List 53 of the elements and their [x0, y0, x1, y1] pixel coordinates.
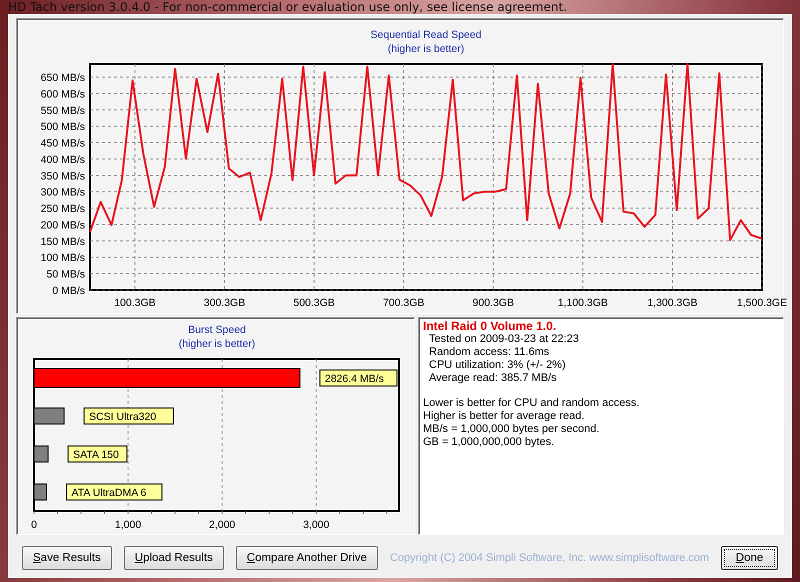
note-line: Higher is better for average read.	[423, 410, 586, 423]
note-line: Lower is better for CPU and random access.	[423, 397, 640, 410]
bar-label: SATA 150	[68, 446, 128, 462]
y-axis-label: 600 MB/s	[40, 88, 85, 100]
x-axis-label: 1,500.3GE	[736, 297, 788, 309]
x-axis-label: 1,000	[114, 519, 142, 531]
y-axis-label: 150 MB/s	[40, 236, 85, 248]
y-axis-label: 300 MB/s	[40, 186, 85, 199]
bar-label: SCSI Ultra320	[84, 408, 174, 424]
x-axis-label: 0	[31, 519, 37, 531]
x-axis-label: 3,000	[303, 519, 330, 531]
result-line: Average read: 385.7 MB/s	[428, 372, 558, 385]
y-axis-label: 450 MB/s	[40, 138, 85, 150]
chart-subtitle: (higher is better)	[388, 43, 464, 55]
note-line: MB/s = 1,000,000 bytes per second.	[423, 423, 600, 436]
y-axis-label: 200 MB/s	[40, 220, 85, 232]
x-axis-label: 700.3GB	[382, 297, 424, 309]
y-axis-label: 550 MB/s	[40, 104, 85, 117]
action-button[interactable]: Upload Results	[124, 546, 224, 570]
chart-subtitle: (higher is better)	[178, 338, 256, 350]
y-axis-label: 50 MB/s	[46, 268, 85, 281]
chart-title: Burst Speed	[188, 324, 246, 336]
action-button[interactable]: Save Results	[22, 546, 112, 570]
x-axis-label: 500.3GB	[293, 297, 335, 309]
y-axis-label: 650 MB/s	[40, 72, 85, 84]
y-tick-label: 2826.4 MB/s	[324, 373, 384, 385]
y-axis-label: 250 MB/s	[40, 203, 85, 216]
x-axis-label: 300.3GB	[204, 297, 246, 309]
y-axis-label: 400 MB/s	[40, 154, 85, 166]
chart-title: Sequential Read Speed	[370, 29, 482, 41]
action-button[interactable]: Compare Another Drive	[236, 546, 378, 570]
x-axis-label: 2,000	[209, 519, 236, 531]
y-tick-label: SCSI Ultra320	[89, 411, 156, 423]
y-tick-label: SATA 150	[73, 449, 119, 461]
y-axis-label: 350 MB/s	[40, 170, 85, 182]
x-axis-label: 1,300.3GB	[647, 297, 698, 309]
x-axis-label: 900.3GB	[472, 297, 514, 309]
result-line: Tested on 2009-03-23 at 22:23	[428, 333, 580, 346]
bar-label: ATA UltraDMA 6	[66, 484, 162, 500]
result-line: CPU utilization: 3% (+/- 2%)	[428, 359, 567, 372]
y-axis-label: 0 MB/s	[52, 285, 85, 297]
y-tick-label: ATA UltraDMA 6	[72, 487, 147, 499]
x-axis-label: 100.3GB	[114, 297, 156, 309]
x-axis-label: 1,100.3GB	[558, 297, 608, 309]
y-axis-label: 100 MB/s	[40, 252, 85, 264]
result-line: Random access: 11.6ms	[428, 346, 550, 359]
drive-name: Intel Raid 0 Volume 1.0.	[423, 319, 558, 333]
done-button[interactable]: Done	[721, 546, 778, 570]
y-axis-label: 500 MB/s	[40, 121, 85, 134]
note-line: GB = 1,000,000,000 bytes.	[423, 436, 556, 449]
window-title: HD Tach version 3.0.4.0 - For non-commercial or evaluation use only, see license agreement.	[8, 0, 567, 14]
copyright-text: Copyright (C) 2004 Simpli Software, Inc. www.simplisoftware.com	[390, 552, 710, 564]
bar-label: 2826.4 MB/s	[319, 370, 398, 386]
